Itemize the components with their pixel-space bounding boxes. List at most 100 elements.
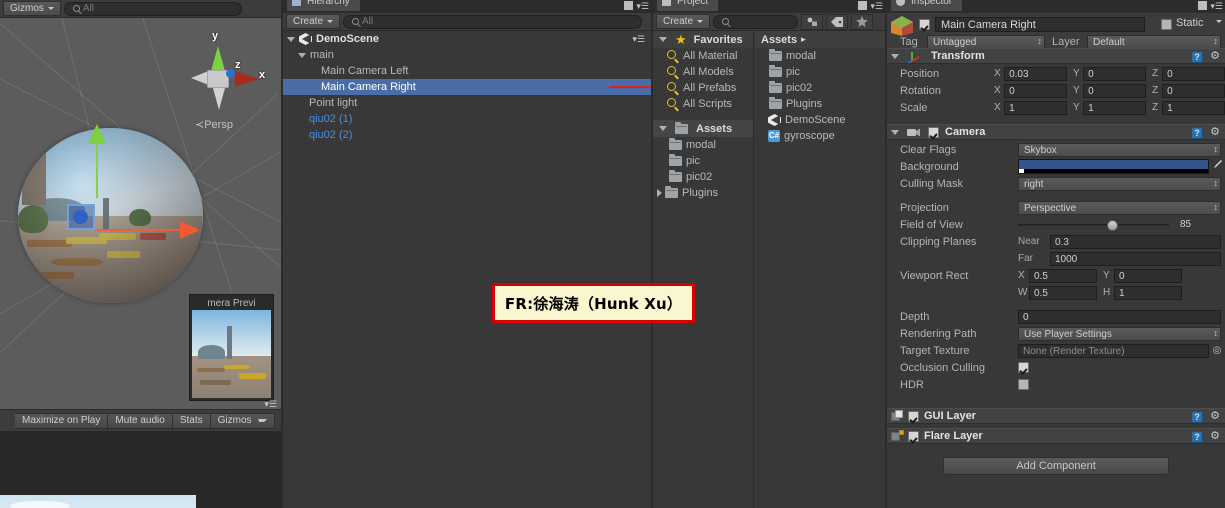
lock-icon[interactable] [624, 1, 633, 10]
viewport-y-field[interactable]: 0 [1114, 268, 1182, 283]
type-filter-icon[interactable] [801, 13, 824, 30]
chevron-down-icon[interactable] [298, 52, 306, 58]
project-favorite-all-prefabs[interactable]: All Prefabs [653, 80, 753, 96]
layer-dropdown[interactable]: Default [1087, 35, 1221, 49]
hierarchy-item-point-light[interactable]: Point light [283, 95, 651, 111]
viewport-w-field[interactable]: 0.5 [1029, 285, 1097, 300]
tab-project[interactable]: Project [657, 0, 719, 11]
project-contents[interactable]: Assets ▸ modal pic pic02 Plugins DemoSce… [755, 31, 885, 508]
gizmos-dropdown-button[interactable]: Gizmos [3, 1, 61, 16]
game-view-viewport[interactable] [0, 431, 281, 508]
maximize-on-play-button[interactable]: Maximize on Play [15, 412, 109, 429]
background-color-swatch[interactable] [1018, 159, 1209, 174]
hierarchy-menu-icon[interactable]: ▾☰ [636, 1, 649, 12]
culling-mask-dropdown[interactable]: right [1018, 176, 1221, 191]
scale-z-field[interactable]: 1 [1162, 100, 1225, 115]
project-favorite-all-scripts[interactable]: All Scripts [653, 96, 753, 112]
hierarchy-item-main-camera-right[interactable]: Main Camera Right [283, 79, 651, 95]
project-asset-pic02[interactable]: pic02 [755, 80, 885, 96]
gizmo-cone-negy[interactable] [213, 88, 225, 110]
gear-icon[interactable]: ⚙ [1209, 411, 1221, 423]
rotation-z-field[interactable]: 0 [1162, 83, 1225, 98]
flare-layer-enabled-checkbox[interactable] [908, 430, 919, 442]
project-tree[interactable]: ★ Favorites All Material All Models All … [653, 31, 754, 508]
gizmo-cone-z[interactable] [226, 69, 235, 78]
hierarchy-item-qiu02-2[interactable]: qiu02 (2) [283, 127, 651, 143]
rotation-x-field[interactable]: 0 [1004, 83, 1068, 98]
label-filter-icon[interactable] [826, 13, 849, 30]
gui-layer-component-header[interactable]: GUI Layer ? ⚙ [887, 408, 1225, 424]
lock-icon[interactable] [1198, 1, 1207, 10]
scene-context-menu-icon[interactable]: ▾☰ [632, 34, 645, 45]
viewport-x-field[interactable]: 0.5 [1029, 268, 1097, 283]
gizmo-axis-x-arrow[interactable] [180, 221, 200, 239]
chevron-down-icon[interactable] [659, 37, 667, 42]
gizmo-axis-x[interactable] [97, 229, 182, 231]
hierarchy-item-main-camera-left[interactable]: Main Camera Left [283, 63, 651, 79]
hierarchy-item-demoscene[interactable]: DemoScene ▾☰ [283, 31, 651, 47]
chevron-down-icon[interactable] [659, 126, 667, 131]
hierarchy-search-input[interactable]: All [343, 14, 642, 29]
position-x-field[interactable]: 0.03 [1004, 66, 1068, 81]
gameobject-active-checkbox[interactable] [919, 19, 930, 30]
tag-dropdown[interactable]: Untagged [927, 35, 1045, 49]
gear-icon[interactable]: ⚙ [1209, 51, 1221, 63]
target-texture-field[interactable]: None (Render Texture) [1018, 343, 1209, 358]
field-of-view-value[interactable]: 85 [1176, 218, 1221, 232]
mute-audio-button[interactable]: Mute audio [108, 412, 173, 429]
camera-component-header[interactable]: Camera ? ⚙ [887, 124, 1225, 140]
chevron-down-icon[interactable] [1216, 20, 1222, 23]
stats-button[interactable]: Stats [172, 412, 211, 429]
project-favorites-header[interactable]: ★ Favorites [653, 31, 753, 48]
gameobject-name-field[interactable]: Main Camera Right [935, 17, 1145, 32]
rotation-y-field[interactable]: 0 [1083, 83, 1147, 98]
rendering-path-dropdown[interactable]: Use Player Settings [1018, 326, 1221, 341]
hierarchy-tree[interactable]: DemoScene ▾☰ main Main Camera Left Main … [283, 31, 651, 508]
breadcrumb[interactable]: Assets ▸ [755, 31, 885, 48]
gizmo-cone-y[interactable] [211, 46, 225, 71]
tab-hierarchy[interactable]: Hierarchy [287, 0, 360, 11]
hierarchy-create-button[interactable]: Create [286, 14, 341, 29]
star-icon[interactable] [851, 13, 874, 30]
slider-knob[interactable] [1107, 219, 1119, 231]
gear-icon[interactable]: ⚙ [1209, 431, 1221, 443]
help-icon[interactable]: ? [1191, 51, 1203, 63]
gear-icon[interactable]: ⚙ [1209, 127, 1221, 139]
gizmo-axis-y-arrow[interactable] [88, 124, 106, 144]
project-tree-item-plugins[interactable]: Plugins [653, 185, 753, 201]
hdr-checkbox[interactable] [1018, 379, 1029, 390]
scale-x-field[interactable]: 1 [1004, 100, 1068, 115]
projection-dropdown[interactable]: Perspective [1018, 200, 1221, 215]
hierarchy-item-qiu02-1[interactable]: qiu02 (1) [283, 111, 651, 127]
field-of-view-slider[interactable] [1018, 219, 1169, 231]
occlusion-culling-checkbox[interactable] [1018, 362, 1029, 373]
flare-layer-component-header[interactable]: Flare Layer ? ⚙ [887, 428, 1225, 444]
gizmo-center-handle[interactable] [73, 210, 88, 224]
project-assets-header[interactable]: Assets [653, 120, 753, 137]
chevron-down-icon[interactable] [287, 36, 295, 42]
project-menu-icon[interactable]: ▾☰ [870, 1, 883, 12]
project-create-button[interactable]: Create [656, 14, 711, 29]
project-favorite-all-material[interactable]: All Material [653, 48, 753, 64]
position-y-field[interactable]: 0 [1083, 66, 1147, 81]
object-picker-icon[interactable]: ◎ [1209, 345, 1225, 356]
lock-icon[interactable] [858, 1, 867, 10]
help-icon[interactable]: ? [1191, 411, 1203, 423]
help-icon[interactable]: ? [1191, 127, 1203, 139]
project-asset-pic[interactable]: pic [755, 64, 885, 80]
gizmos-button[interactable]: Gizmos [210, 412, 275, 429]
project-asset-demoscene[interactable]: DemoScene [755, 112, 885, 128]
scene-search-input[interactable]: All [63, 1, 242, 16]
project-asset-modal[interactable]: modal [755, 48, 885, 64]
camera-enabled-checkbox[interactable] [928, 126, 939, 138]
scene-view-gizmo[interactable]: y x z ≺Persp [175, 28, 267, 138]
add-component-button[interactable]: Add Component [943, 457, 1169, 475]
far-field[interactable]: 1000 [1050, 251, 1221, 266]
project-search-input[interactable] [713, 14, 799, 29]
depth-field[interactable]: 0 [1018, 309, 1221, 324]
scene-viewport[interactable]: y x z ≺Persp mera Previ [0, 18, 281, 409]
chevron-right-icon[interactable] [657, 189, 662, 197]
position-z-field[interactable]: 0 [1162, 66, 1225, 81]
project-asset-gyroscope[interactable]: C# gyroscope [755, 128, 885, 144]
chevron-down-icon[interactable] [891, 53, 899, 59]
